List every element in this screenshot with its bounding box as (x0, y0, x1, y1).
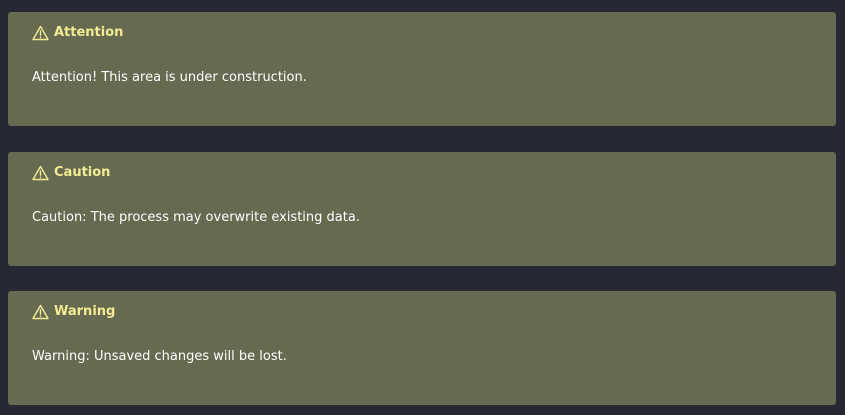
callout-list: Attention Attention! This area is under … (0, 0, 845, 415)
warning-triangle-icon (32, 25, 49, 41)
callout-warning: Warning Warning: Unsaved changes will be… (8, 291, 836, 405)
callout-body: Warning: Unsaved changes will be lost. (32, 349, 287, 364)
callout-title-text: Attention (54, 25, 124, 40)
warning-triangle-icon (32, 165, 49, 181)
callout-title: Warning (32, 303, 115, 321)
callout-body: Attention! This area is under constructi… (32, 70, 307, 85)
callout-body: Caution: The process may overwrite exist… (32, 210, 360, 225)
callout-title: Caution (32, 164, 110, 182)
callout-attention: Attention Attention! This area is under … (8, 12, 836, 126)
warning-triangle-icon (32, 304, 49, 320)
callout-title-text: Warning (54, 304, 116, 319)
callout-title: Attention (32, 24, 123, 42)
callout-caution: Caution Caution: The process may overwri… (8, 152, 836, 266)
callout-title-text: Caution (54, 165, 111, 180)
